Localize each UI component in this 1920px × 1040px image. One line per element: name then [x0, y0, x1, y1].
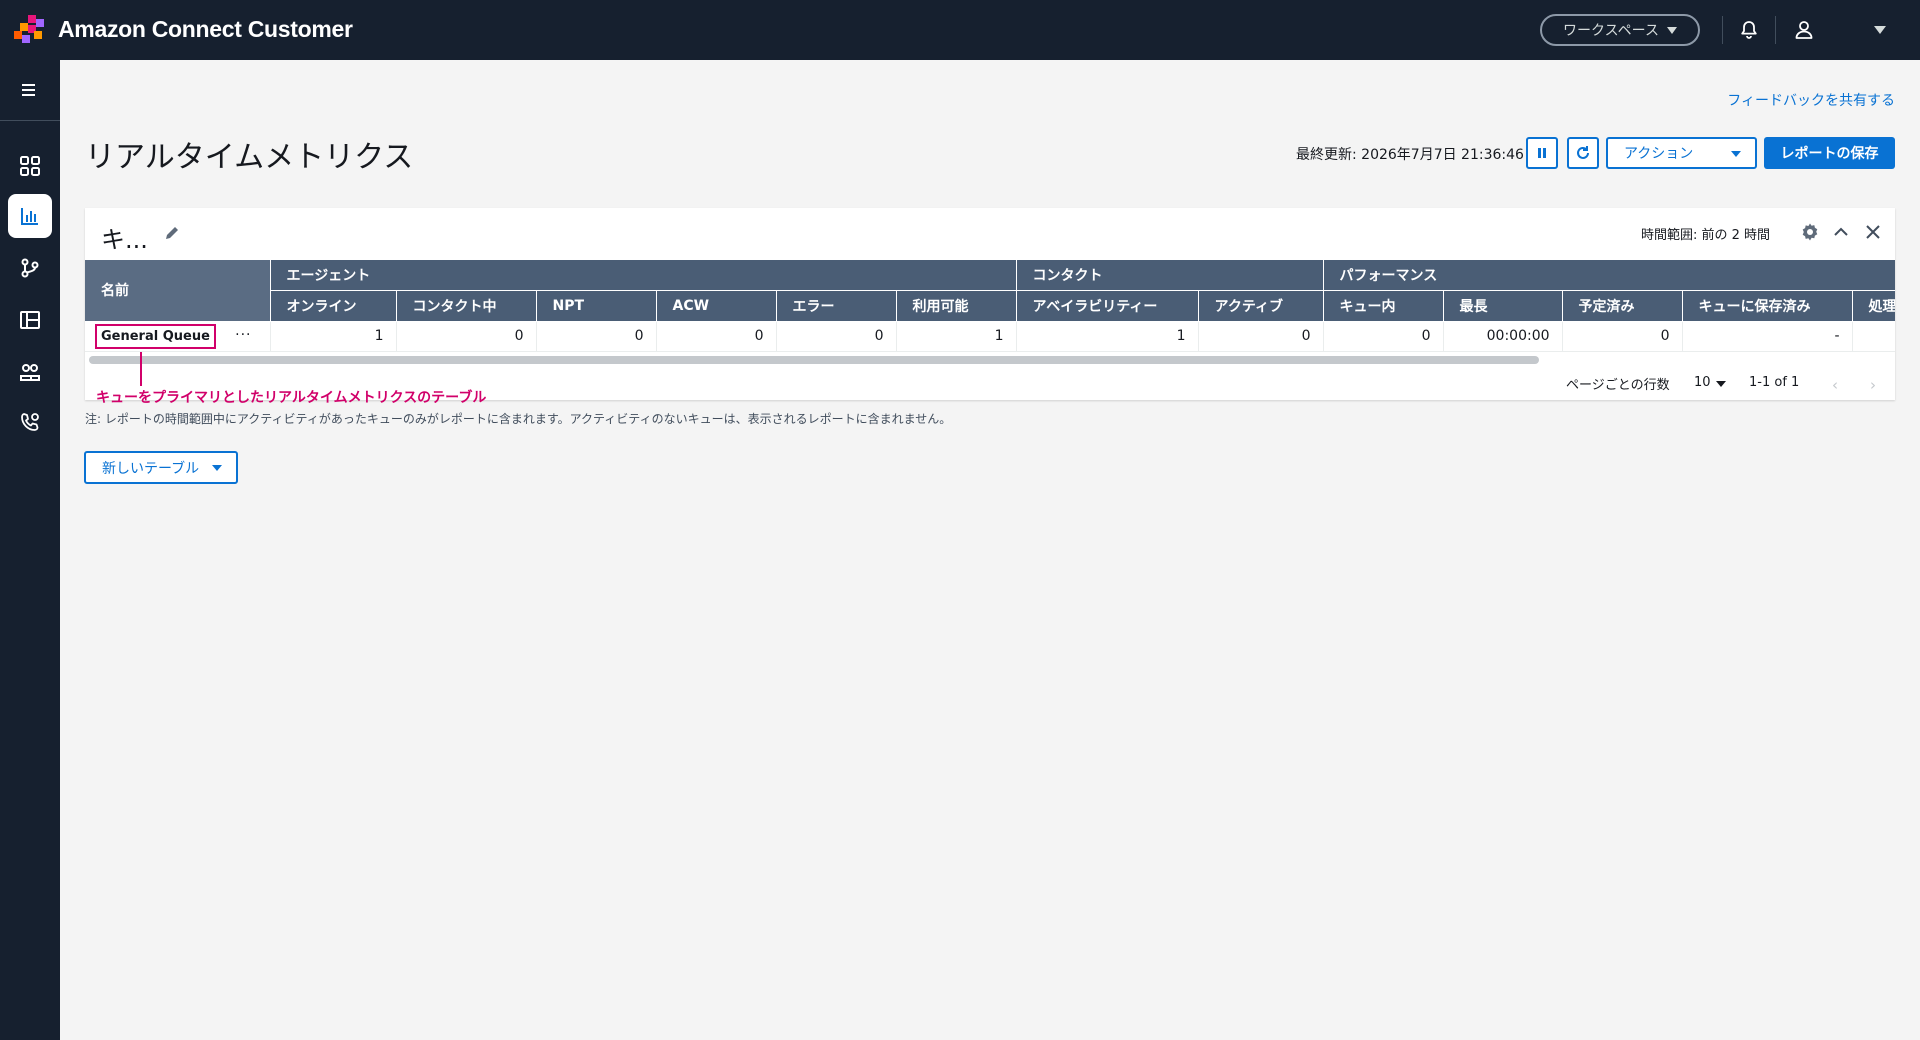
cell-scheduled: 0 [1562, 321, 1683, 352]
page-title: リアルタイムメトリクス [85, 140, 414, 175]
settings-gear-icon[interactable] [1800, 222, 1820, 242]
layout-panel-icon [20, 311, 40, 329]
cell-error: 0 [776, 321, 897, 352]
column-header-scheduled[interactable]: 予定済み [1562, 290, 1683, 322]
name-column-header[interactable]: 名前 [85, 260, 271, 322]
users-group-icon [20, 364, 40, 381]
actions-label: アクション [1624, 146, 1694, 162]
column-header-oldest[interactable]: 最長 [1443, 290, 1563, 322]
pagination-count: 1-1 of 1 [1749, 375, 1800, 390]
group-header-performance: パフォーマンス [1323, 260, 1895, 291]
rows-per-page-select[interactable]: 10 [1694, 375, 1711, 390]
previous-page-icon[interactable]: ‹ [1832, 376, 1838, 394]
workspace-label: ワークスペース [1563, 23, 1659, 39]
phone-settings-icon [21, 413, 39, 431]
refresh-button[interactable] [1567, 137, 1599, 169]
close-icon[interactable] [1863, 222, 1883, 242]
rows-per-page-caret-icon[interactable] [1716, 381, 1726, 387]
sidebar-item-channels[interactable] [8, 298, 52, 342]
column-header-queued-callbacks[interactable]: キューに保存済み [1682, 290, 1853, 322]
user-menu-caret-icon[interactable] [1874, 26, 1886, 34]
sidebar-divider [0, 120, 60, 121]
cell-handled [1852, 321, 1895, 352]
hamburger-menu-icon[interactable] [21, 82, 39, 98]
column-header-available[interactable]: 利用可能 [896, 290, 1017, 322]
cell-npt: 0 [536, 321, 657, 352]
cell-in-queue: 0 [1323, 321, 1444, 352]
caret-down-icon [1666, 26, 1677, 34]
group-header-agent: エージェント [270, 260, 1017, 291]
rows-per-page-label: ページごとの行数 [1566, 378, 1670, 393]
column-header-availability[interactable]: アベイラビリティー [1016, 290, 1199, 322]
cell-acw: 0 [656, 321, 777, 352]
group-header-contact: コンタクト [1016, 260, 1324, 291]
dashboard-grid-icon [20, 156, 40, 176]
more-options-icon[interactable]: ··· [235, 327, 251, 343]
cell-availability: 1 [1016, 321, 1199, 352]
user-profile-icon[interactable] [1792, 18, 1816, 42]
table-title: キ... [101, 226, 148, 254]
queue-name-cell: General Queue ··· [85, 321, 271, 352]
app-title: Amazon Connect Customer [58, 16, 353, 42]
metrics-table-card: キ... 時間範囲: 前の 2 時間 名前 エージェント コンタクト パフォーマ… [85, 208, 1895, 400]
workspace-dropdown-button[interactable]: ワークスペース [1540, 14, 1700, 46]
divider [1722, 16, 1723, 44]
annotation-label: キューをプライマリとしたリアルタイムメトリクスのテーブル [96, 390, 487, 406]
caret-down-icon [212, 465, 222, 471]
pencil-edit-icon[interactable] [163, 224, 181, 242]
cell-online: 1 [270, 321, 397, 352]
sidebar-item-analytics[interactable] [8, 194, 52, 238]
bell-icon[interactable] [1737, 18, 1761, 42]
horizontal-scrollbar[interactable] [89, 356, 1539, 364]
column-header-in-queue[interactable]: キュー内 [1323, 290, 1444, 322]
column-header-acw[interactable]: ACW [656, 290, 777, 322]
flow-branch-icon [21, 258, 39, 278]
top-navigation-bar: Amazon Connect Customer ワークスペース [0, 0, 1920, 60]
new-table-label: 新しいテーブル [102, 460, 200, 477]
sidebar-item-phone[interactable] [8, 400, 52, 444]
save-report-button[interactable]: レポートの保存 [1764, 137, 1895, 169]
cell-oldest: 00:00:00 [1443, 321, 1563, 352]
cell-on-contact: 0 [396, 321, 537, 352]
new-table-dropdown-button[interactable]: 新しいテーブル [84, 451, 238, 484]
pause-button[interactable] [1526, 137, 1558, 169]
sidebar-item-dashboard[interactable] [8, 144, 52, 188]
cell-active: 0 [1198, 321, 1324, 352]
column-header-on-contact[interactable]: コンタクト中 [396, 290, 537, 322]
sidebar [0, 60, 60, 1040]
queue-name-link[interactable]: General Queue [95, 323, 216, 349]
amazon-connect-logo-icon [14, 15, 44, 43]
report-note: 注: レポートの時間範囲中にアクティビティがあったキューのみがレポートに含まれま… [85, 412, 952, 426]
cell-queued-callbacks: - [1682, 321, 1853, 352]
column-header-npt[interactable]: NPT [536, 290, 657, 322]
caret-down-icon [1731, 151, 1741, 157]
column-header-active[interactable]: アクティブ [1198, 290, 1324, 322]
sidebar-item-routing[interactable] [8, 246, 52, 290]
time-range-label: 時間範囲: 前の 2 時間 [1641, 228, 1771, 243]
column-header-online[interactable]: オンライン [270, 290, 397, 322]
realtime-metrics-table: 名前 エージェント コンタクト パフォーマンス オンライン コンタクト中 NPT… [85, 260, 1895, 352]
column-header-error[interactable]: エラー [776, 290, 897, 322]
cell-available: 1 [896, 321, 1017, 352]
table-row: General Queue ··· 1 0 0 0 0 1 1 0 0 00:0… [85, 321, 1895, 352]
pause-icon [1538, 148, 1546, 158]
annotation-pointer-line [140, 352, 142, 386]
feedback-link[interactable]: フィードバックを共有する [1727, 90, 1895, 110]
divider [1775, 16, 1776, 44]
actions-dropdown-button[interactable]: アクション [1606, 137, 1757, 169]
refresh-icon [1577, 146, 1589, 159]
column-header-handled[interactable]: 処理 [1852, 290, 1895, 322]
chevron-up-icon[interactable] [1831, 222, 1851, 242]
last-updated-timestamp: 最終更新: 2026年7月7日 21:36:46 [1296, 147, 1524, 163]
bar-chart-icon [21, 208, 38, 225]
next-page-icon[interactable]: › [1870, 376, 1876, 394]
sidebar-item-users[interactable] [8, 350, 52, 394]
